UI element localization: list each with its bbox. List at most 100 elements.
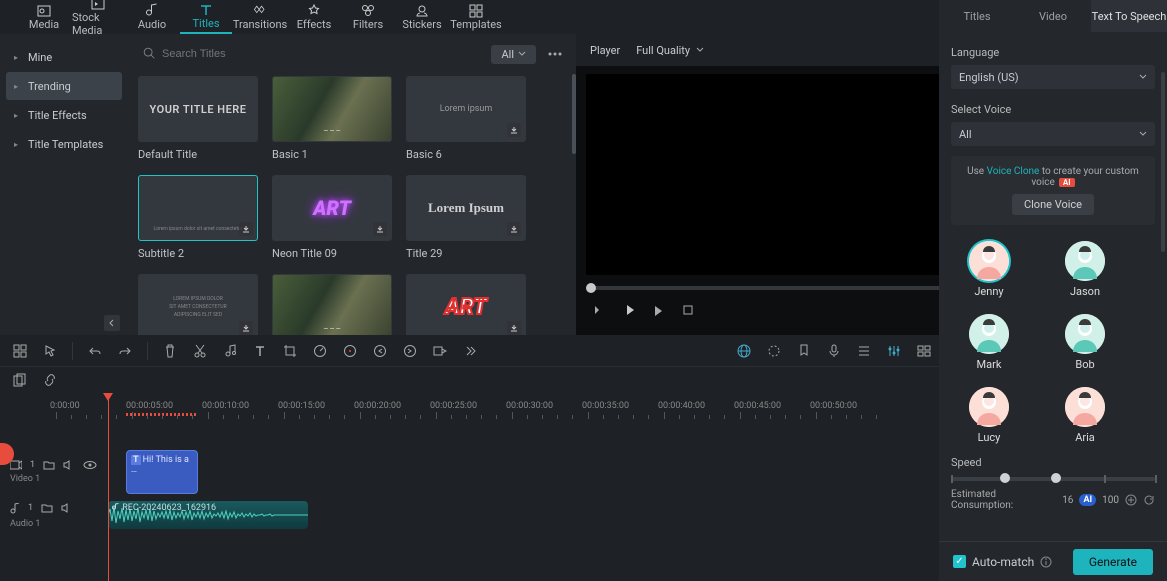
select-tool[interactable] <box>12 343 28 359</box>
language-select[interactable]: English (US) <box>951 65 1155 89</box>
download-icon[interactable] <box>507 321 521 335</box>
title-tile[interactable]: LOREM IPSUM DOLORSIT AMET CONSECTETURADI… <box>138 274 258 335</box>
globe-icon[interactable] <box>736 343 752 359</box>
download-icon[interactable] <box>239 222 253 236</box>
voice-filter-select[interactable]: All <box>951 122 1155 146</box>
automatch-checkbox[interactable]: ✓ Auto-match <box>953 555 1052 569</box>
title-tile[interactable]: Lorem ipsumBasic 6 <box>406 76 526 161</box>
clone-voice-button[interactable]: Clone Voice <box>1012 194 1094 215</box>
sidebar-item-trending[interactable]: ▸Trending <box>6 72 122 100</box>
eye-icon[interactable] <box>83 460 97 470</box>
thumbnail[interactable]: ART <box>272 175 392 241</box>
audio-track-label: Audio 1 <box>10 519 100 529</box>
next-frame-button[interactable] <box>650 302 666 318</box>
tab-filters[interactable]: Filters <box>342 0 394 34</box>
thumbnail[interactable]: — — — <box>272 76 392 142</box>
title-tile[interactable]: YOUR TITLE HEREDefault Title <box>138 76 258 161</box>
quality-selector[interactable]: Full Quality <box>636 44 704 57</box>
tab-transitions[interactable]: Transitions <box>234 0 286 34</box>
generate-button[interactable]: Generate <box>1073 549 1153 575</box>
info-icon[interactable] <box>1040 556 1052 568</box>
search-input[interactable] <box>138 42 304 66</box>
crop-button[interactable] <box>282 343 298 359</box>
prev-frame-button[interactable] <box>590 302 606 318</box>
color-icon[interactable] <box>766 343 782 359</box>
more-icon[interactable] <box>544 43 566 65</box>
title-tile[interactable]: ART <box>406 274 526 335</box>
music-button[interactable] <box>222 343 238 359</box>
download-icon[interactable] <box>373 222 387 236</box>
voice-aria[interactable]: Aria <box>1055 387 1115 444</box>
voice-mark[interactable]: Mark <box>959 314 1019 371</box>
tab-templates[interactable]: Templates <box>450 0 502 34</box>
download-icon[interactable] <box>507 222 521 236</box>
filter-dropdown[interactable]: All <box>491 45 536 64</box>
text-button[interactable] <box>252 343 268 359</box>
title-tile[interactable]: Lorem IpsumTitle 29 <box>406 175 526 260</box>
keyframe-icon[interactable] <box>432 343 448 359</box>
rpanel-scroll[interactable] <box>1161 72 1165 252</box>
link-icon[interactable] <box>42 372 58 388</box>
voice-jason[interactable]: Jason <box>1055 241 1115 298</box>
title-clip[interactable]: THi! This is a … <box>126 450 198 494</box>
download-icon[interactable] <box>239 321 253 335</box>
stop-button[interactable] <box>680 302 696 318</box>
pointer-tool[interactable] <box>42 343 58 359</box>
audio-clip[interactable]: REC-20240623_162916 <box>108 501 308 529</box>
voice-lucy[interactable]: Lucy <box>959 387 1019 444</box>
mute-icon[interactable] <box>63 460 75 470</box>
folder-icon[interactable] <box>43 460 55 470</box>
back-arrow-icon[interactable] <box>372 343 388 359</box>
mixer-icon[interactable] <box>886 343 902 359</box>
sidebar-item-mine[interactable]: ▸Mine <box>6 43 122 71</box>
title-tile[interactable]: ARTNeon Title 09 <box>272 175 392 260</box>
tab-titles[interactable]: Titles <box>180 0 232 34</box>
undo-button[interactable] <box>87 343 103 359</box>
fwd-arrow-icon[interactable] <box>402 343 418 359</box>
list-icon[interactable] <box>856 343 872 359</box>
title-tile[interactable]: — — — <box>272 274 392 335</box>
tab-stock-media[interactable]: Stock Media <box>72 0 124 34</box>
rtab-video[interactable]: Video <box>1015 0 1091 32</box>
thumbnail[interactable]: YOUR TITLE HERE <box>138 76 258 142</box>
sidebar-collapse[interactable] <box>104 315 120 331</box>
playhead[interactable] <box>108 393 109 581</box>
tab-audio[interactable]: Audio <box>126 0 178 34</box>
speed-dot[interactable] <box>342 343 358 359</box>
play-button[interactable] <box>620 302 636 318</box>
thumbnail[interactable]: Lorem ipsum <box>406 76 526 142</box>
thumbnail[interactable]: Lorem Ipsum <box>406 175 526 241</box>
tab-media[interactable]: Media <box>18 0 70 34</box>
expand-icon[interactable] <box>462 343 478 359</box>
credits-badge: AI <box>1079 494 1096 506</box>
thumbnail[interactable]: ART <box>406 274 526 335</box>
refresh-icon[interactable] <box>1143 494 1155 506</box>
cut-button[interactable] <box>192 343 208 359</box>
title-tile[interactable]: — — —Basic 1 <box>272 76 392 161</box>
tab-effects[interactable]: Effects <box>288 0 340 34</box>
title-tile[interactable]: Lorem ipsum dolor sit amet consecteturSu… <box>138 175 258 260</box>
folder-icon[interactable] <box>41 503 53 515</box>
track-copy-icon[interactable] <box>12 372 28 388</box>
voice-clone-link[interactable]: Voice Clone <box>987 166 1040 177</box>
rtab-text-to-speech[interactable]: Text To Speech <box>1091 0 1167 32</box>
sidebar-item-title-templates[interactable]: ▸Title Templates <box>6 130 122 158</box>
credits-add-icon[interactable] <box>1125 494 1137 506</box>
speed-button[interactable] <box>312 343 328 359</box>
mic-icon[interactable] <box>826 343 842 359</box>
marker-icon[interactable] <box>796 343 812 359</box>
download-icon[interactable] <box>507 123 521 137</box>
voice-bob[interactable]: Bob <box>1055 314 1115 371</box>
sidebar-item-title-effects[interactable]: ▸Title Effects <box>6 101 122 129</box>
thumbnail[interactable]: — — — <box>272 274 392 335</box>
voice-jenny[interactable]: Jenny <box>959 241 1019 298</box>
thumbnail[interactable]: LOREM IPSUM DOLORSIT AMET CONSECTETURADI… <box>138 274 258 335</box>
thumbnail[interactable]: Lorem ipsum dolor sit amet consectetur <box>138 175 258 241</box>
grid-icon[interactable] <box>916 343 932 359</box>
mute-icon[interactable] <box>61 503 73 515</box>
speed-slider[interactable] <box>951 477 1155 481</box>
delete-button[interactable] <box>162 343 178 359</box>
rtab-titles[interactable]: Titles <box>939 0 1015 32</box>
redo-button[interactable] <box>117 343 133 359</box>
tab-stickers[interactable]: Stickers <box>396 0 448 34</box>
